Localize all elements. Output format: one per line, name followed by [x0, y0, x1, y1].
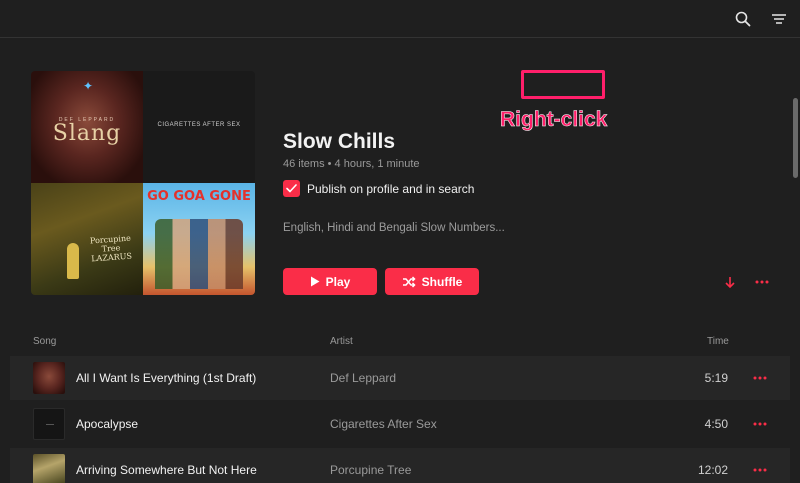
playlist-description[interactable]: English, Hindi and Bengali Slow Numbers.…	[283, 222, 505, 234]
song-title: All I Want Is Everything (1st Draft)	[76, 371, 257, 385]
check-icon	[286, 184, 297, 193]
right-click-highlight-box	[521, 70, 605, 99]
playlist-meta: 46 items • 4 hours, 1 minute	[283, 158, 420, 170]
artwork-tile-porcupine: Porcupine Tree LAZARUS	[31, 183, 143, 295]
shuffle-icon	[402, 275, 416, 288]
column-header-time[interactable]: Time	[707, 336, 729, 347]
table-row[interactable]: Arriving Somewhere But Not Here Porcupin…	[10, 448, 790, 483]
song-artwork-thumb	[33, 408, 65, 440]
publish-label: Publish on profile and in search	[307, 181, 475, 196]
more-icon[interactable]	[752, 463, 768, 477]
song-title: Apocalypse	[76, 417, 139, 431]
column-header-song[interactable]: Song	[33, 336, 56, 347]
top-bar	[0, 0, 800, 38]
publish-checkbox[interactable]	[283, 180, 300, 197]
song-time: 4:50	[704, 417, 728, 431]
table-row[interactable]: All I Want Is Everything (1st Draft) Def…	[10, 356, 790, 400]
play-label: Play	[325, 274, 351, 289]
more-icon[interactable]	[752, 417, 768, 431]
right-click-annotation: Right-click	[500, 108, 608, 132]
song-artist[interactable]: Porcupine Tree	[330, 463, 411, 477]
artwork-gg-text: GO GOA GONE	[147, 189, 251, 204]
star-icon: ✦	[83, 79, 94, 93]
more-icon[interactable]	[753, 273, 771, 291]
play-button[interactable]: Play	[283, 268, 377, 295]
shuffle-label: Shuffle	[421, 274, 463, 289]
song-artwork-thumb	[33, 454, 65, 483]
artwork-tree-text: Porcupine Tree LAZARUS	[89, 233, 133, 264]
menu-icon[interactable]	[768, 8, 790, 30]
song-artist[interactable]: Def Leppard	[330, 371, 396, 385]
playlist-title: Slow Chills	[283, 130, 396, 153]
song-time: 5:19	[704, 371, 728, 385]
shuffle-button[interactable]: Shuffle	[385, 268, 479, 295]
scrollbar[interactable]	[790, 38, 800, 483]
artwork-people	[155, 219, 243, 289]
more-icon[interactable]	[752, 371, 768, 385]
song-artist[interactable]: Cigarettes After Sex	[330, 417, 437, 431]
scrollbar-thumb[interactable]	[793, 98, 798, 178]
artwork-tile-slang: ✦ DEF LEPPARD Slang	[31, 71, 143, 183]
artwork-title-text: Slang	[52, 121, 122, 146]
table-row[interactable]: Apocalypse Cigarettes After Sex 4:50	[10, 402, 790, 446]
publish-row: Publish on profile and in search	[283, 180, 474, 197]
search-icon[interactable]	[732, 8, 754, 30]
download-icon[interactable]	[721, 273, 739, 291]
song-artwork-thumb	[33, 362, 65, 394]
artwork-figure	[67, 243, 79, 279]
artwork-tile-gogoagone: GO GOA GONE	[143, 183, 255, 295]
column-header-artist[interactable]: Artist	[330, 336, 353, 347]
playlist-artwork[interactable]: ✦ DEF LEPPARD Slang CIGARETTES AFTER SEX…	[31, 71, 255, 295]
song-time: 12:02	[697, 463, 728, 477]
artwork-tile-cigarettes: CIGARETTES AFTER SEX	[143, 71, 255, 183]
artwork-cas-text: CIGARETTES AFTER SEX	[157, 122, 241, 128]
song-title: Arriving Somewhere But Not Here	[76, 463, 257, 477]
play-icon	[310, 276, 320, 287]
